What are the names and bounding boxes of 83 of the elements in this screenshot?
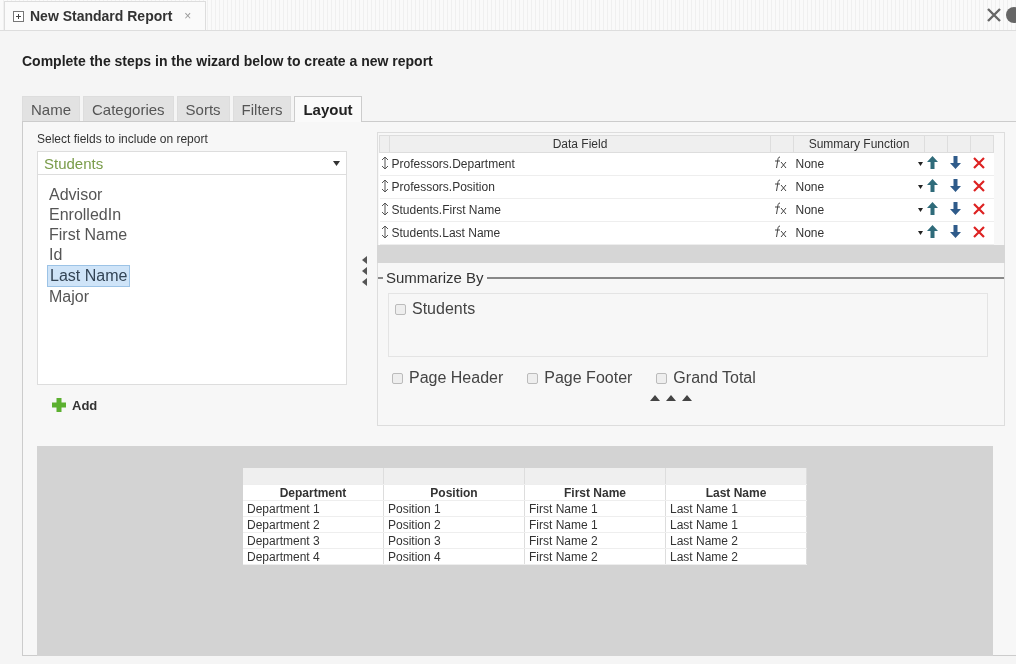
- add-button[interactable]: Add: [51, 397, 98, 413]
- caret-icon: [333, 160, 340, 166]
- plus-icon: [13, 10, 24, 22]
- checkbox[interactable]: [392, 372, 403, 384]
- column-header: Summary Function: [793, 135, 925, 153]
- drag-handle-icon[interactable]: [381, 179, 388, 192]
- down-arrow-icon[interactable]: [949, 156, 961, 169]
- summary-function-dropdown[interactable]: None: [795, 180, 923, 194]
- checkbox-label: Grand Total: [673, 369, 756, 387]
- table-cell: Last Name 2: [665, 548, 807, 565]
- table-cell: Last Name 1: [665, 516, 807, 533]
- table-cell: First Name 2: [524, 532, 666, 549]
- down-arrow-icon[interactable]: [949, 179, 961, 192]
- data-field-cell: Students.First Name: [389, 198, 771, 222]
- delete-icon[interactable]: [972, 225, 985, 238]
- caret-icon: [917, 231, 923, 235]
- field-list-item[interactable]: Advisor: [47, 185, 105, 205]
- column-header: Department: [243, 484, 384, 501]
- column-header: First Name: [524, 484, 666, 501]
- data-field-cell: Students.Last Name: [389, 221, 771, 245]
- drag-handle-icon[interactable]: [381, 202, 388, 215]
- field-list-item[interactable]: First Name: [47, 225, 130, 245]
- table-cell: Last Name 2: [665, 532, 807, 549]
- collapse-icon[interactable]: [650, 395, 692, 401]
- wizard-tab[interactable]: Layout: [294, 96, 362, 122]
- checkbox[interactable]: [527, 372, 539, 384]
- delete-icon[interactable]: [972, 179, 985, 192]
- up-arrow-icon[interactable]: [926, 156, 938, 169]
- field-list-item[interactable]: EnrolledIn: [47, 205, 124, 225]
- table-cell: Last Name 1: [665, 500, 807, 517]
- column-header: Data Field: [389, 135, 771, 153]
- delete-icon[interactable]: [972, 156, 985, 169]
- caret-icon: [917, 208, 923, 212]
- up-arrow-icon[interactable]: [926, 225, 938, 238]
- caret-icon: [917, 162, 923, 166]
- function-icon[interactable]: [772, 156, 789, 169]
- function-icon[interactable]: [772, 179, 789, 192]
- table-cell: Department 2: [243, 516, 384, 533]
- down-arrow-icon[interactable]: [949, 225, 961, 238]
- table-cell: Position 3: [383, 532, 525, 549]
- table-cell: Position 4: [383, 548, 525, 565]
- wizard-instructions: Complete the steps in the wizard below to create a new report: [21, 52, 434, 71]
- down-arrow-icon[interactable]: [949, 202, 961, 215]
- checkbox[interactable]: [656, 372, 668, 384]
- plus-icon: [51, 397, 67, 413]
- column-header: Position: [383, 484, 525, 501]
- table-cell: Position 1: [383, 500, 525, 517]
- drag-handle-icon[interactable]: [381, 225, 388, 238]
- column-header: Last Name: [665, 484, 807, 501]
- data-field-cell: Professors.Position: [389, 175, 771, 199]
- table-cell: Department 1: [243, 500, 384, 517]
- document-tab-title: New Standard Report: [30, 8, 173, 24]
- field-list-item[interactable]: Id: [47, 245, 65, 265]
- field-list-item[interactable]: Major: [47, 287, 91, 307]
- wizard-tab[interactable]: Name: [22, 96, 80, 121]
- summary-function-dropdown[interactable]: None: [795, 226, 923, 240]
- wizard-tab[interactable]: Sorts: [176, 96, 230, 121]
- table-cell: First Name 1: [524, 500, 666, 517]
- table-cell: Department 4: [243, 548, 384, 565]
- data-field-cell: Professors.Department: [389, 152, 771, 176]
- table-cell: Position 2: [383, 516, 525, 533]
- wizard-tab[interactable]: Categories: [83, 96, 174, 121]
- table-cell: First Name 2: [524, 548, 666, 565]
- summarize-by-title: Summarize By: [386, 269, 484, 286]
- document-tab[interactable]: New Standard Report ×: [4, 1, 207, 30]
- function-icon[interactable]: [772, 225, 789, 238]
- checkbox[interactable]: [395, 303, 406, 315]
- checkbox-label: Page Footer: [544, 369, 633, 387]
- up-arrow-icon[interactable]: [926, 179, 938, 192]
- checkbox-label: Page Header: [409, 369, 504, 387]
- function-icon[interactable]: [772, 202, 789, 215]
- up-arrow-icon[interactable]: [926, 202, 938, 215]
- field-list-item[interactable]: Last Name: [47, 265, 131, 287]
- summary-function-dropdown[interactable]: None: [795, 203, 923, 217]
- checkbox-label: Students: [412, 300, 476, 318]
- caret-icon: [917, 185, 923, 189]
- wizard-tab[interactable]: Filters: [232, 96, 292, 121]
- summary-function-dropdown[interactable]: None: [795, 157, 923, 171]
- table-cell: Department 3: [243, 532, 384, 549]
- delete-icon[interactable]: [972, 202, 985, 215]
- table-cell: First Name 1: [524, 516, 666, 533]
- drag-handle-icon[interactable]: [381, 156, 388, 169]
- field-picker-label: Select fields to include on report: [37, 132, 209, 146]
